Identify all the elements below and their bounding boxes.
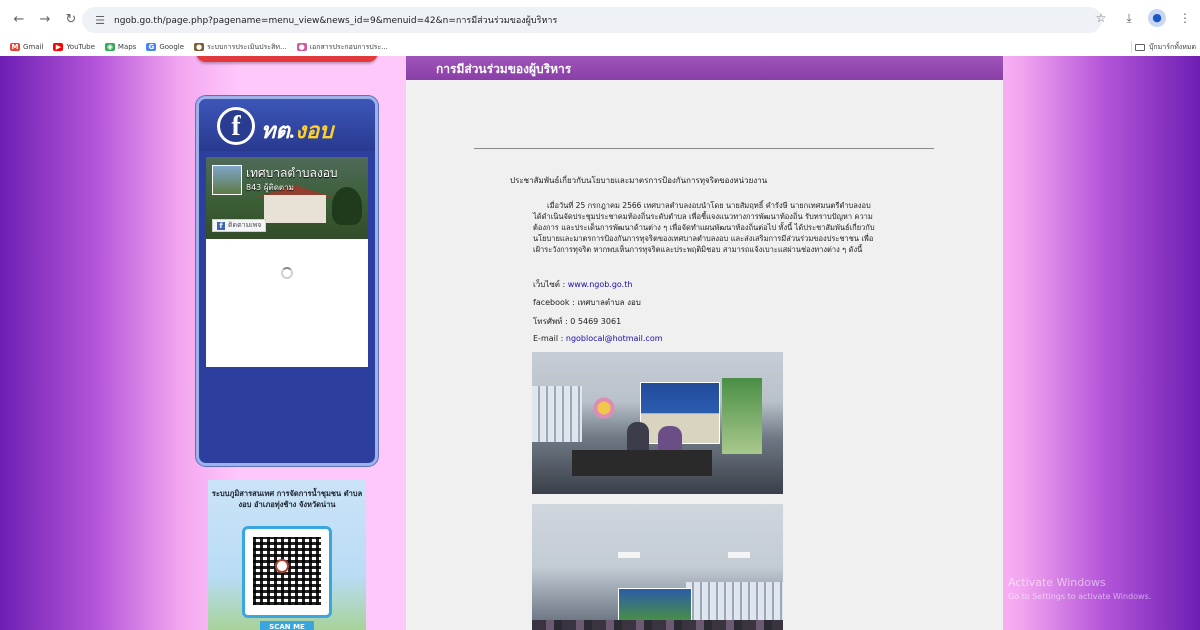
menu-tab[interactable] <box>196 56 378 62</box>
page-title: การมีส่วนร่วมของผู้บริหาร <box>406 56 1003 80</box>
google-icon: G <box>146 43 157 51</box>
address-bar[interactable]: ☰ ngob.go.th/page.php?pagename=menu_view… <box>82 7 1102 33</box>
web-page: f ทต.งอบ เทศบาลตำบลงอบ 843 ผู้ติดตาม f ต… <box>0 56 1200 630</box>
facebook-icon: f <box>217 221 225 230</box>
more-icon[interactable]: ⋮ <box>1176 11 1194 25</box>
qr-code-icon <box>253 537 321 605</box>
back-icon[interactable]: ← <box>8 8 30 30</box>
email-line: E-mail : ngoblocal@hotmail.com <box>533 334 663 343</box>
profile-icon[interactable]: ● <box>1148 9 1166 27</box>
meeting-photo-2[interactable] <box>532 504 783 630</box>
all-bookmarks[interactable]: บุ๊กมาร์กทั้งหมด <box>1134 42 1196 53</box>
windows-activation-sub: Go to Settings to activate Windows. <box>1008 592 1152 601</box>
qr-code-frame <box>242 526 332 618</box>
bookmark-google[interactable]: G Google <box>146 43 184 51</box>
follow-page-button[interactable]: f ติดตามเพจ <box>212 219 267 232</box>
star-icon[interactable]: ☆ <box>1092 11 1110 25</box>
qr-banner[interactable]: ระบบภูมิสารสนเทศ การจัดการน้ำชุมชน ตำบลง… <box>208 480 366 630</box>
scan-me-label: SCAN ME <box>260 621 314 630</box>
browser-toolbar: ← → ↻ ☰ ngob.go.th/page.php?pagename=men… <box>0 0 1200 38</box>
site-settings-icon[interactable]: ☰ <box>88 14 112 27</box>
bookmark-youtube[interactable]: ▶ YouTube <box>53 43 95 51</box>
meeting-photo-1[interactable] <box>532 352 783 494</box>
article-paragraph: เมื่อวันที่ 25 กรกฎาคม 2566 เทศบาลตำบลงอ… <box>533 201 875 254</box>
bookmark-site-1[interactable]: ● ระบบการประเมินประสิท... <box>194 42 287 53</box>
maps-icon: ◉ <box>104 43 115 51</box>
site-icon: ● <box>194 43 205 51</box>
toolbar-right: ☆ ⤓ ● ⋮ <box>1092 9 1194 27</box>
divider <box>474 148 934 149</box>
download-icon[interactable]: ⤓ <box>1120 11 1138 26</box>
website-link[interactable]: www.ngob.go.th <box>568 280 633 289</box>
main-content: การมีส่วนร่วมของผู้บริหาร ประชาสัมพันธ์เ… <box>406 56 1003 630</box>
email-link[interactable]: ngoblocal@hotmail.com <box>566 334 663 343</box>
facebook-widget-title: ทต.งอบ <box>261 118 334 143</box>
facebook-widget-header: f ทต.งอบ <box>199 99 375 151</box>
facebook-page-avatar[interactable] <box>212 165 242 195</box>
facebook-line: facebook : เทศบาลตำบล งอบ <box>533 298 641 307</box>
facebook-logo-icon: f <box>217 107 255 145</box>
loading-spinner-icon <box>281 267 293 279</box>
youtube-icon: ▶ <box>53 43 64 51</box>
qr-logo-icon <box>275 559 289 573</box>
bookmark-gmail[interactable]: M Gmail <box>10 43 43 51</box>
facebook-widget: f ทต.งอบ เทศบาลตำบลงอบ 843 ผู้ติดตาม f ต… <box>196 96 378 466</box>
website-line: เว็บไซต์ : www.ngob.go.th <box>533 280 633 289</box>
bookmark-site-2[interactable]: ● เอกสารประกอบการประ... <box>296 42 388 53</box>
lead-text: ประชาสัมพันธ์เกี่ยวกับนโยบายและมาตรการป้… <box>510 176 768 185</box>
forward-icon[interactable]: → <box>34 8 56 30</box>
bookmark-maps[interactable]: ◉ Maps <box>104 43 136 51</box>
reload-icon[interactable]: ↻ <box>60 8 82 30</box>
site-icon: ● <box>296 43 307 51</box>
windows-activation-title: Activate Windows <box>1008 576 1106 589</box>
facebook-cover-photo[interactable]: เทศบาลตำบลงอบ 843 ผู้ติดตาม f ติดตามเพจ <box>206 157 368 239</box>
bookmarks-divider <box>1131 41 1132 53</box>
url-text[interactable]: ngob.go.th/page.php?pagename=menu_view&n… <box>114 13 557 27</box>
gmail-icon: M <box>10 43 20 51</box>
bookmarks-bar: M Gmail ▶ YouTube ◉ Maps G Google ● ระบบ… <box>0 38 1200 56</box>
qr-banner-title: ระบบภูมิสารสนเทศ การจัดการน้ำชุมชน ตำบลง… <box>211 489 363 509</box>
phone-line: โทรศัพท์ : 0 5469 3061 <box>533 317 622 326</box>
facebook-page-card: เทศบาลตำบลงอบ 843 ผู้ติดตาม f ติดตามเพจ <box>206 157 368 367</box>
folder-icon <box>1134 44 1145 51</box>
left-sidebar: f ทต.งอบ เทศบาลตำบลงอบ 843 ผู้ติดตาม f ต… <box>0 56 406 630</box>
facebook-followers: 843 ผู้ติดตาม <box>246 183 294 192</box>
